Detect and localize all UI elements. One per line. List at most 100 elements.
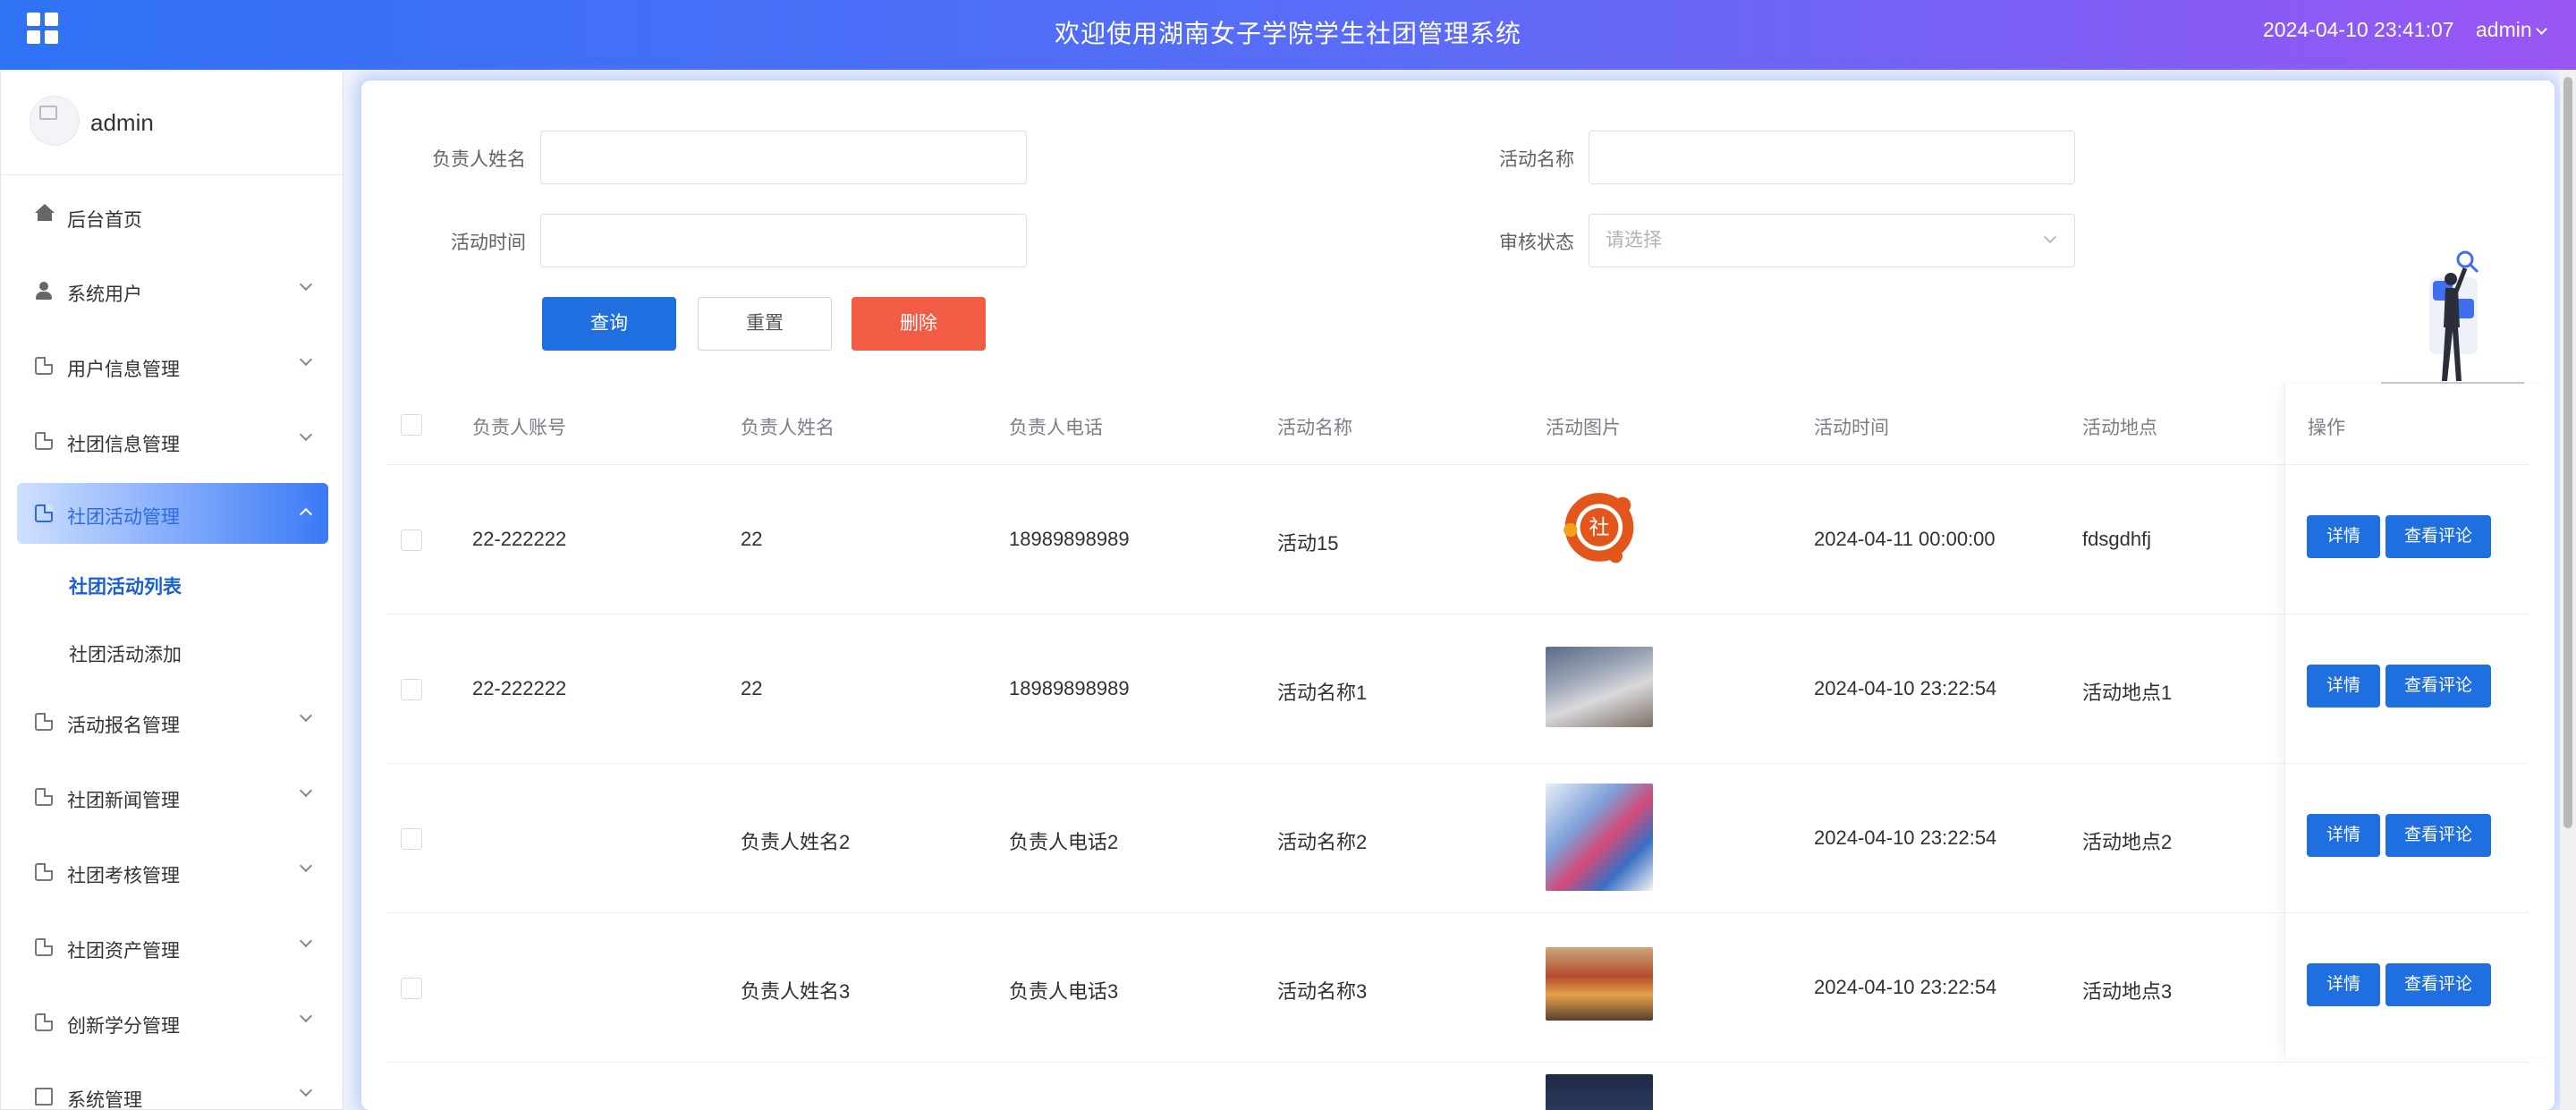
- sidebar: admin 后台首页 系统用户 用户信息管理 社团信息管理 社团活动管理 社团活…: [0, 72, 343, 1110]
- document-icon: [35, 938, 53, 956]
- sidebar-subitem-activity-list[interactable]: 社团活动列表: [69, 572, 182, 599]
- cell-phone: 负责人电话3: [1009, 980, 1119, 1003]
- detail-button[interactable]: 详情: [2307, 515, 2380, 558]
- chevron-down-icon: [299, 784, 313, 798]
- cell-place: 活动地点1: [2082, 682, 2173, 704]
- view-comments-button[interactable]: 查看评论: [2385, 515, 2491, 558]
- document-icon: [35, 504, 53, 522]
- detail-button[interactable]: 详情: [2307, 814, 2380, 857]
- classroom-photo[interactable]: [1546, 647, 1653, 727]
- cell-place: fdsgdhfj: [2082, 528, 2152, 550]
- document-icon: [35, 788, 53, 806]
- cell-phone: 18989898989: [1009, 528, 1130, 550]
- profile-name: admin: [90, 109, 154, 136]
- sidebar-item-club-info[interactable]: 社团信息管理: [17, 411, 328, 471]
- cell-time: 2024-04-10 23:22:54: [1814, 677, 1997, 699]
- row-checkbox[interactable]: [401, 978, 422, 999]
- sidebar-item-club-news[interactable]: 社团新闻管理: [17, 767, 328, 827]
- audit-status-label: 审核状态: [1499, 233, 1574, 253]
- sidebar-item-club-assessment[interactable]: 社团考核管理: [17, 842, 328, 902]
- header-manager-phone: 负责人电话: [1009, 418, 1103, 438]
- club-poster-image[interactable]: [1546, 784, 1653, 891]
- sidebar-item-innovation-credits[interactable]: 创新学分管理: [17, 992, 328, 1053]
- row-checkbox[interactable]: [401, 530, 422, 551]
- operations-column: 详情 查看评论 详情 查看评论 详情 查看评论 详情 查看评论: [2284, 385, 2553, 1056]
- cell-time: 2024-04-11 00:00:00: [1814, 528, 1996, 550]
- sidebar-item-club-assets[interactable]: 社团资产管理: [17, 917, 328, 978]
- top-header: 欢迎使用湖南女子学院学生社团管理系统 2024-04-10 23:41:07 a…: [0, 0, 2576, 70]
- cell-activity: 活动名称2: [1277, 831, 1368, 853]
- chevron-down-icon: [299, 352, 313, 367]
- header-activity-name: 活动名称: [1277, 418, 1352, 438]
- cell-name: 负责人姓名3: [741, 980, 851, 1003]
- manager-name-input[interactable]: [540, 131, 1027, 184]
- sidebar-item-label: 创新学分管理: [67, 1016, 180, 1037]
- booth-photo[interactable]: [1546, 947, 1653, 1021]
- header-activity-place: 活动地点: [2082, 418, 2157, 438]
- cell-activity: 活动15: [1277, 532, 1339, 555]
- sidebar-item-system-admin[interactable]: 系统管理: [17, 1066, 328, 1110]
- cell-time: 2024-04-10 23:22:54: [1814, 826, 1997, 849]
- query-button[interactable]: 查询: [542, 297, 676, 351]
- chevron-up-icon: [299, 507, 313, 521]
- view-comments-button[interactable]: 查看评论: [2385, 963, 2491, 1006]
- sidebar-item-label: 社团活动管理: [67, 507, 180, 528]
- audit-status-select[interactable]: 请选择: [1589, 214, 2075, 267]
- view-comments-button[interactable]: 查看评论: [2385, 814, 2491, 857]
- cell-phone: 负责人电话2: [1009, 831, 1119, 853]
- document-icon: [35, 357, 53, 375]
- delete-button[interactable]: 删除: [852, 297, 986, 351]
- system-title: 欢迎使用湖南女子学院学生社团管理系统: [1054, 20, 1521, 47]
- activity-name-label: 活动名称: [1499, 149, 1574, 170]
- chevron-down-icon: [299, 277, 313, 292]
- cell-name: 负责人姓名2: [741, 831, 851, 853]
- row-checkbox[interactable]: [401, 679, 422, 700]
- cell-name: 22: [741, 677, 763, 699]
- chevron-down-icon: [2043, 230, 2057, 244]
- view-comments-button[interactable]: 查看评论: [2385, 665, 2491, 708]
- home-icon: [35, 204, 55, 221]
- sidebar-item-label: 社团新闻管理: [67, 791, 180, 811]
- sidebar-item-system-users[interactable]: 系统用户: [17, 260, 328, 321]
- user-name: admin: [2476, 18, 2532, 41]
- activity-image-partial[interactable]: [1546, 1074, 1653, 1110]
- user-icon: [35, 282, 53, 300]
- header-manager-name: 负责人姓名: [741, 418, 835, 438]
- sidebar-item-club-activity[interactable]: 社团活动管理: [17, 483, 328, 544]
- cell-activity: 活动名称1: [1277, 682, 1368, 704]
- sidebar-item-label: 系统用户: [67, 284, 142, 305]
- activity-name-input[interactable]: [1589, 131, 2075, 184]
- select-all-checkbox[interactable]: [401, 414, 422, 436]
- document-icon: [35, 863, 53, 881]
- sidebar-item-label: 社团考核管理: [67, 866, 180, 886]
- sidebar-item-user-info[interactable]: 用户信息管理: [17, 335, 328, 396]
- cell-name: 22: [741, 528, 763, 550]
- row-checkbox[interactable]: [401, 828, 422, 850]
- chevron-down-icon: [299, 1083, 313, 1097]
- reset-button[interactable]: 重置: [698, 297, 832, 351]
- cell-activity: 活动名称3: [1277, 980, 1368, 1003]
- avatar: [30, 96, 80, 146]
- chevron-down-icon: [299, 859, 313, 873]
- detail-button[interactable]: 详情: [2307, 665, 2380, 708]
- table-row: 负责人姓名2 负责人电话2 活动名称2 2024-04-10 23:22:54 …: [386, 764, 2529, 913]
- image-icon: [35, 1088, 53, 1106]
- sidebar-item-activity-signup[interactable]: 活动报名管理: [17, 691, 328, 752]
- activity-time-input[interactable]: [540, 214, 1027, 267]
- sidebar-item-label: 后台首页: [67, 210, 142, 231]
- cell-place: 活动地点2: [2082, 831, 2173, 853]
- table-row: 22-222222 22 18989898989 活动15 社 2024-04-…: [386, 465, 2529, 614]
- document-icon: [35, 432, 53, 450]
- cell-account: 22-222222: [472, 677, 567, 699]
- sidebar-subitem-activity-add[interactable]: 社团活动添加: [69, 640, 182, 667]
- user-dropdown[interactable]: admin: [2476, 18, 2547, 42]
- activity-logo-image[interactable]: 社: [1546, 487, 1653, 570]
- document-icon: [35, 713, 53, 731]
- search-illustration: [2381, 250, 2524, 384]
- page-scrollbar[interactable]: [2560, 72, 2576, 1110]
- header-manager-account: 负责人账号: [472, 418, 566, 438]
- sidebar-item-home[interactable]: 后台首页: [17, 186, 328, 247]
- detail-button[interactable]: 详情: [2307, 963, 2380, 1006]
- scrollbar-thumb[interactable]: [2563, 77, 2572, 828]
- document-icon: [35, 1013, 53, 1031]
